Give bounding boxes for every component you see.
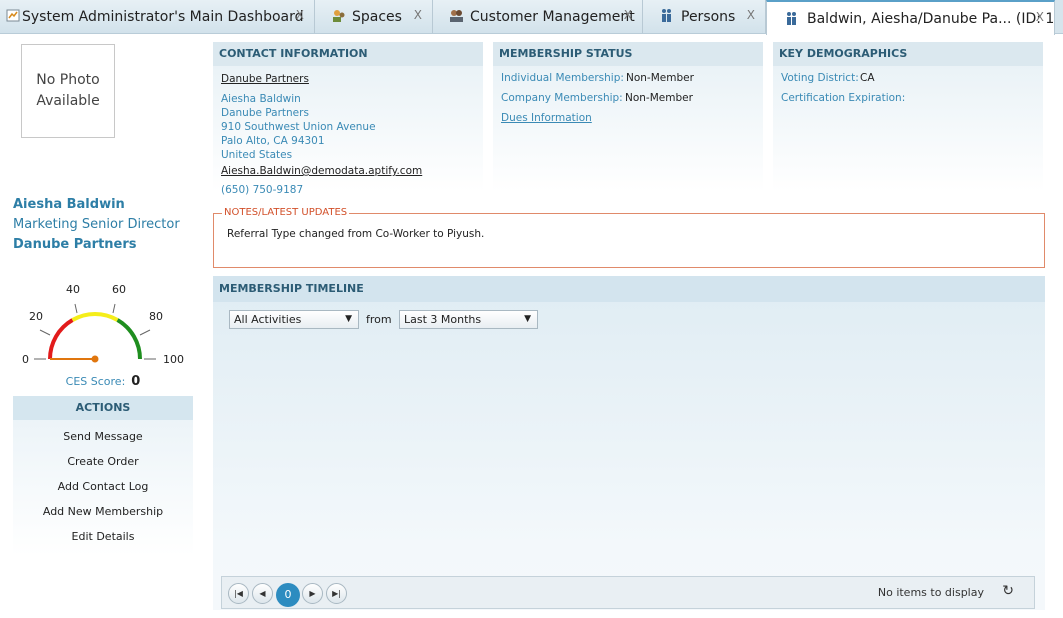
next-page-icon: ▶ <box>309 589 316 598</box>
tab-spaces[interactable]: Spaces X <box>315 0 433 33</box>
gauge-mid-arc <box>71 312 119 322</box>
company-link[interactable]: Danube Partners <box>221 73 309 85</box>
tab-label: Customer Management <box>470 8 635 25</box>
tab-customer-management[interactable]: Customer Management X <box>433 0 643 33</box>
gauge-tick-label: 100 <box>163 353 184 366</box>
previous-page-icon: ◀ <box>259 589 266 598</box>
membership-timeline-panel: MEMBERSHIP TIMELINE All Activities ▼ fro… <box>213 276 1045 610</box>
edit-details-link[interactable]: Edit Details <box>13 524 193 549</box>
gauge-tick-label: 20 <box>29 310 43 323</box>
gauge-tick-label: 0 <box>22 353 29 366</box>
close-icon[interactable]: X <box>414 8 422 22</box>
tab-label: Persons <box>681 8 736 25</box>
ces-gauge: 0 20 40 60 80 100 <box>22 283 184 366</box>
no-items-text: No items to display <box>877 586 984 599</box>
tab-person-record[interactable]: Baldwin, Aiesha/Danube Pa... (ID: 1) X <box>766 0 1055 35</box>
activity-select-value: All Activities <box>234 313 302 326</box>
chevron-down-icon: ▼ <box>345 314 352 324</box>
persons-icon <box>662 9 671 22</box>
contact-company: Danube Partners <box>221 107 309 119</box>
profile-title: Marketing Senior Director <box>13 217 180 232</box>
gauge-tick-label: 60 <box>112 283 126 296</box>
dues-information-link[interactable]: Dues Information <box>501 112 592 124</box>
first-page-button[interactable]: |◀ <box>228 583 249 604</box>
tab-label: System Administrator's Main Dashboard <box>22 8 304 25</box>
tab-label: Baldwin, Aiesha/Danube Pa... (ID: 1) <box>807 10 1054 27</box>
contact-street: 910 Southwest Union Avenue <box>221 121 376 133</box>
voting-district-value: CA <box>860 72 875 84</box>
period-select-value: Last 3 Months <box>404 313 482 326</box>
gauge-low-arc <box>47 318 74 360</box>
person-icon <box>787 12 796 25</box>
actions-panel: ACTIONS Send Message Create Order Add Co… <box>13 396 193 556</box>
close-icon[interactable]: X <box>747 8 755 22</box>
membership-status-panel: MEMBERSHIP STATUS Individual Membership:… <box>493 42 763 192</box>
current-page-number[interactable]: 0 <box>276 583 300 607</box>
send-message-link[interactable]: Send Message <box>13 424 193 449</box>
last-page-icon: ▶| <box>332 589 341 598</box>
refresh-icon[interactable]: ↻ <box>1002 583 1014 599</box>
contact-information-panel: CONTACT INFORMATION Danube Partners Aies… <box>213 42 483 196</box>
ces-score: CES Score: 0 <box>13 374 193 389</box>
actions-header: ACTIONS <box>13 396 193 420</box>
tab-bar: System Administrator's Main Dashboard X … <box>0 0 1063 35</box>
notes-legend: NOTES/LATEST UPDATES <box>222 207 350 218</box>
email-link[interactable]: Aiesha.Baldwin@demodata.aptify.com <box>221 165 422 177</box>
close-icon[interactable]: X <box>296 8 304 22</box>
key-demographics-panel: KEY DEMOGRAPHICS Voting District: CA Cer… <box>773 42 1043 192</box>
profile-company: Danube Partners <box>13 237 137 252</box>
ces-score-value: 0 <box>131 374 141 389</box>
spaces-icon <box>333 10 345 22</box>
timeline-pager: |◀ ◀ 0 ▶ ▶| No items to display ↻ <box>221 576 1035 609</box>
company-membership-value: Non-Member <box>625 92 693 104</box>
add-contact-log-link[interactable]: Add Contact Log <box>13 474 193 499</box>
from-label: from <box>366 313 392 326</box>
company-membership-label: Company Membership: <box>501 92 623 104</box>
gauge-tick-label: 80 <box>149 310 163 323</box>
add-new-membership-link[interactable]: Add New Membership <box>13 499 193 524</box>
close-icon[interactable]: X <box>1036 10 1044 24</box>
ces-score-label: CES Score: <box>65 375 126 388</box>
profile-photo-placeholder: No Photo Available <box>21 44 115 138</box>
activity-select[interactable]: All Activities ▼ <box>229 310 359 329</box>
notes-panel: NOTES/LATEST UPDATES Referral Type chang… <box>213 207 1045 268</box>
gauge-tick-label: 40 <box>66 283 80 296</box>
period-select[interactable]: Last 3 Months ▼ <box>399 310 538 329</box>
chevron-down-icon: ▼ <box>524 314 531 324</box>
tab-main-dashboard[interactable]: System Administrator's Main Dashboard X <box>0 0 315 33</box>
contact-city: Palo Alto, CA 94301 <box>221 135 325 147</box>
gauge-high-arc <box>116 318 143 360</box>
first-page-icon: |◀ <box>234 589 243 598</box>
demographics-header: KEY DEMOGRAPHICS <box>773 42 1043 66</box>
membership-header: MEMBERSHIP STATUS <box>493 42 763 66</box>
people-icon <box>450 10 463 22</box>
create-order-link[interactable]: Create Order <box>13 449 193 474</box>
contact-country: United States <box>221 149 293 161</box>
tab-persons[interactable]: Persons X <box>643 0 766 33</box>
previous-page-button[interactable]: ◀ <box>252 583 273 604</box>
contact-name: Aiesha Baldwin <box>221 93 301 105</box>
contact-header: CONTACT INFORMATION <box>213 42 483 66</box>
next-page-button[interactable]: ▶ <box>302 583 323 604</box>
profile-name: Aiesha Baldwin <box>13 197 125 212</box>
contact-phone: (650) 750-9187 <box>221 184 304 196</box>
certification-expiration-label: Certification Expiration: <box>781 92 906 104</box>
voting-district-label: Voting District: <box>781 72 859 84</box>
notes-text: Referral Type changed from Co-Worker to … <box>227 228 485 240</box>
close-icon[interactable]: X <box>624 8 632 22</box>
gauge-pivot <box>91 355 99 363</box>
individual-membership-label: Individual Membership: <box>501 72 624 84</box>
tab-label: Spaces <box>352 8 402 25</box>
dashboard-icon <box>6 9 20 22</box>
last-page-button[interactable]: ▶| <box>326 583 347 604</box>
individual-membership-value: Non-Member <box>626 72 694 84</box>
timeline-header: MEMBERSHIP TIMELINE <box>213 276 1045 302</box>
